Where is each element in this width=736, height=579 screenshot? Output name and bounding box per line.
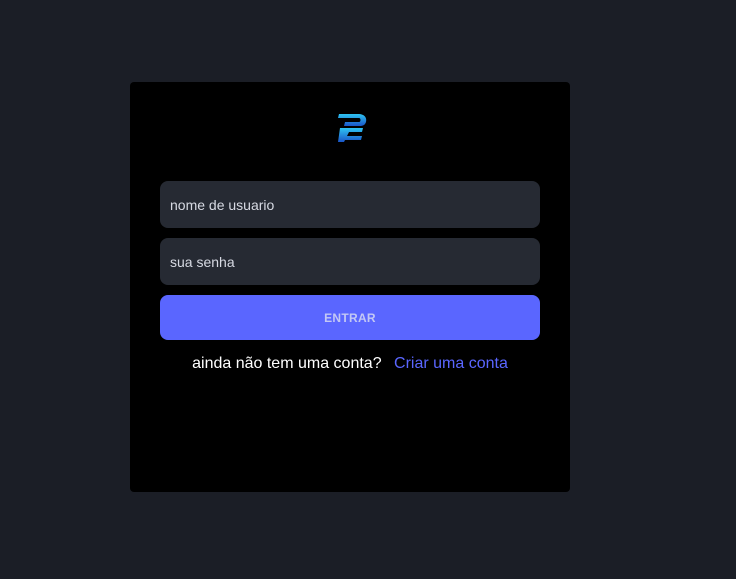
- brand-logo-icon: [338, 114, 367, 142]
- username-input[interactable]: [160, 181, 540, 228]
- password-input[interactable]: [160, 238, 540, 285]
- login-submit-button[interactable]: ENTRAR: [160, 295, 540, 340]
- signup-prompt-text: ainda não tem uma conta?: [192, 355, 382, 372]
- signup-prompt-row: ainda não tem uma conta? Criar uma conta: [130, 354, 570, 374]
- create-account-link[interactable]: Criar uma conta: [394, 355, 508, 372]
- login-card: ENTRAR ainda não tem uma conta? Criar um…: [130, 82, 570, 492]
